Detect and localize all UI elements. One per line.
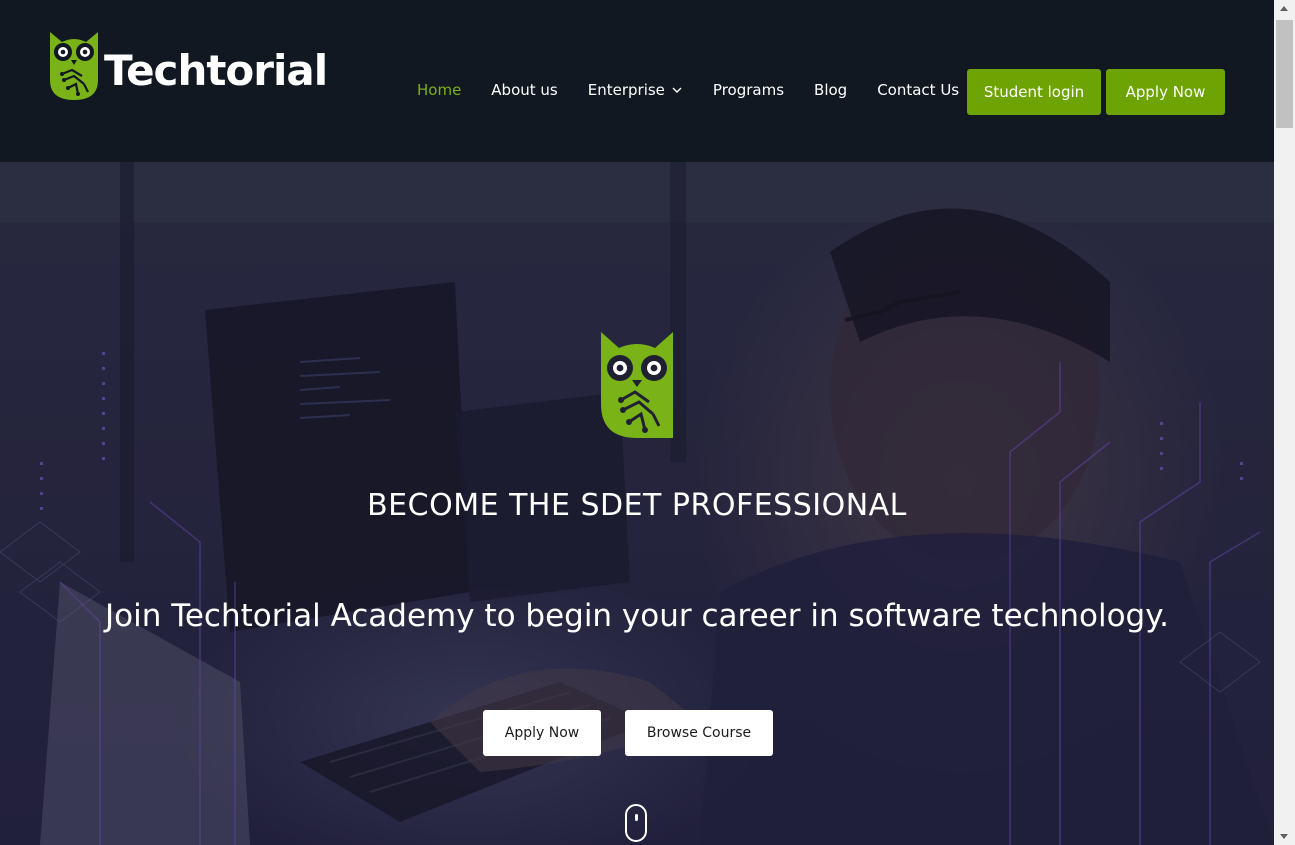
nav-item-home[interactable]: Home xyxy=(417,81,461,99)
nav-item-blog[interactable]: Blog xyxy=(814,81,847,99)
brand-logo[interactable]: Techtorial xyxy=(48,30,328,104)
hero-section: BECOME THE SDET PROFESSIONAL Join Techto… xyxy=(0,162,1274,845)
scroll-up-arrow-icon[interactable] xyxy=(1280,6,1288,11)
scroll-down-arrow-icon[interactable] xyxy=(1280,834,1288,839)
header-apply-now-button[interactable]: Apply Now xyxy=(1106,69,1225,115)
page-scrollbar[interactable] xyxy=(1274,0,1295,845)
hero-title: BECOME THE SDET PROFESSIONAL xyxy=(367,488,907,523)
hero-subtitle: Join Techtorial Academy to begin your ca… xyxy=(104,598,1170,634)
nav-item-programs[interactable]: Programs xyxy=(713,81,784,99)
nav-item-contact[interactable]: Contact Us xyxy=(877,81,959,99)
chevron-down-icon xyxy=(672,87,682,93)
nav-item-about[interactable]: About us xyxy=(491,81,557,99)
site-header: Techtorial Home About us Enterprise Prog… xyxy=(0,0,1274,162)
brand-name: Techtorial xyxy=(104,46,328,95)
scrollbar-thumb[interactable] xyxy=(1276,20,1293,128)
main-nav: Home About us Enterprise Programs Blog C… xyxy=(402,78,974,102)
hero-apply-now-button[interactable]: Apply Now xyxy=(483,710,601,756)
owl-logo-icon xyxy=(50,32,98,100)
mouse-scroll-icon[interactable] xyxy=(625,804,647,842)
nav-item-enterprise[interactable]: Enterprise xyxy=(588,81,683,99)
student-login-button[interactable]: Student login xyxy=(967,69,1101,115)
owl-emblem-icon xyxy=(601,332,673,438)
browse-course-button[interactable]: Browse Course xyxy=(625,710,773,756)
